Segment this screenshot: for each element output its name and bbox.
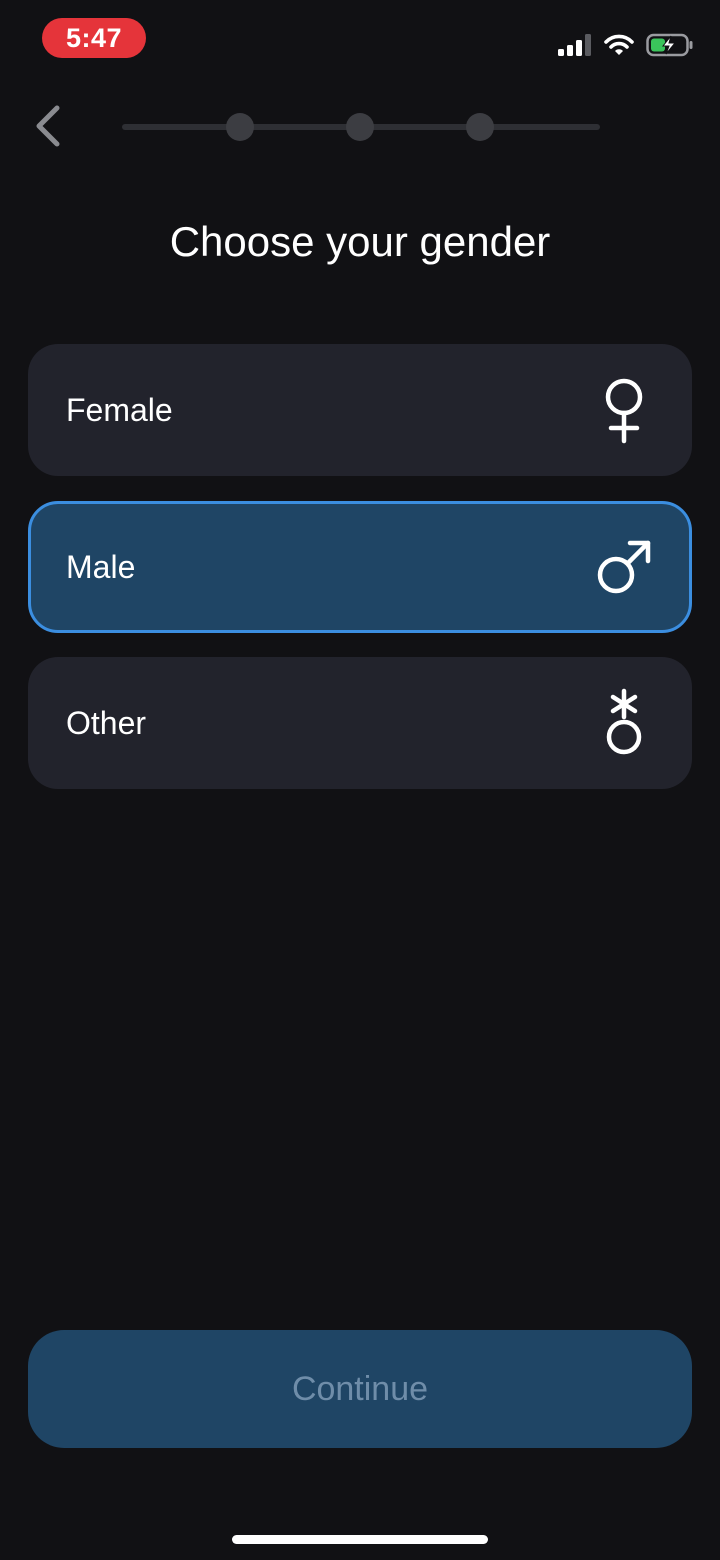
option-label: Other <box>66 704 147 741</box>
wifi-icon <box>604 34 634 56</box>
battery-charging-icon <box>646 33 694 57</box>
female-symbol-icon <box>594 370 654 450</box>
status-icons <box>558 30 694 60</box>
cellular-signal-icon <box>558 34 592 56</box>
gender-option-female[interactable]: Female <box>28 344 692 476</box>
home-indicator[interactable] <box>232 1535 488 1544</box>
other-gender-symbol-icon <box>594 683 654 763</box>
page-title: Choose your gender <box>169 218 551 265</box>
back-button[interactable] <box>22 100 72 156</box>
gender-selection-screen: 5:47 Choose your gender Female Male Othe… <box>0 0 720 1560</box>
gender-option-other[interactable]: Other <box>28 657 692 789</box>
onboarding-progress <box>122 112 600 142</box>
option-label: Female <box>66 391 173 428</box>
gender-option-male[interactable]: Male <box>28 501 692 633</box>
progress-step-dot <box>466 113 494 141</box>
male-symbol-icon <box>594 527 654 607</box>
progress-step-dot <box>226 113 254 141</box>
status-bar: 5:47 <box>0 0 720 80</box>
status-time: 5:47 <box>42 18 146 58</box>
chevron-left-icon <box>33 104 61 153</box>
continue-button[interactable]: Continue <box>28 1330 692 1448</box>
progress-step-dot <box>346 113 374 141</box>
option-label: Male <box>66 548 136 585</box>
